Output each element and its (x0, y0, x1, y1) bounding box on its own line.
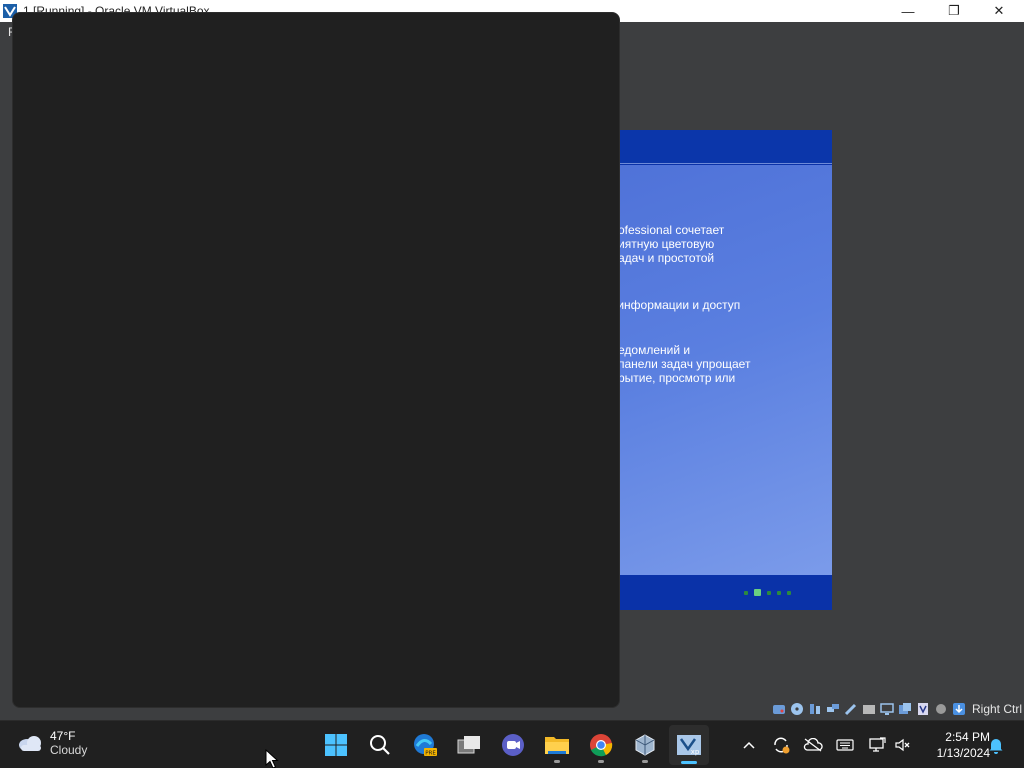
page-dot (754, 589, 761, 596)
weather-condition: Cloudy (50, 743, 88, 757)
guest-text-block-1: ofessional сочетает иятную цветовую адач… (618, 223, 725, 265)
guest-top-bar (600, 130, 832, 164)
page-indicator (744, 589, 791, 596)
volume-muted-icon (895, 738, 910, 752)
guest-text-block-2: информации и доступ (614, 298, 741, 312)
restore-icon: ❐ (948, 3, 960, 18)
recording-icon[interactable] (898, 702, 913, 716)
task-view-icon (457, 736, 480, 754)
page-dot (744, 590, 748, 595)
vm-xp-icon: xp (677, 735, 701, 756)
page-dot (787, 590, 791, 595)
weather-temperature: 47°F (50, 729, 76, 743)
keyboard-capture-icon[interactable] (952, 702, 967, 716)
bell-icon (989, 738, 1003, 754)
taskbar: 47°F Cloudy PRE xp 2:54 PM 1/13/2024 (0, 720, 1024, 768)
sync-icon (774, 737, 790, 754)
guest-content: ofessional сочетает иятную цветовую адач… (600, 165, 832, 575)
overlay-panel (12, 12, 620, 708)
shared-folders-icon[interactable] (862, 702, 877, 716)
network-tray-button[interactable] (866, 733, 888, 757)
minimize-button[interactable]: — (885, 0, 931, 22)
onedrive-tray-button[interactable] (802, 733, 824, 757)
notifications-button[interactable] (986, 733, 1006, 757)
show-hidden-icons-button[interactable] (740, 733, 758, 757)
network-disconnected-icon (869, 737, 886, 752)
mouse-integration-icon[interactable] (934, 702, 949, 716)
taskbar-app-virtualbox[interactable] (625, 725, 665, 765)
search-button[interactable] (360, 725, 400, 765)
maximize-button[interactable]: ❐ (931, 0, 977, 22)
running-indicator (642, 760, 648, 763)
clock-time: 2:54 PM (945, 730, 990, 744)
taskbar-app-edge-beta[interactable]: PRE (405, 725, 445, 765)
search-icon (370, 735, 390, 755)
start-button[interactable] (316, 725, 356, 765)
taskbar-app-vm-xp[interactable]: xp (669, 725, 709, 765)
vm-status-bar: Right Ctrl (772, 700, 1022, 718)
chat-icon (502, 734, 524, 756)
windows-logo-icon (325, 734, 347, 756)
taskbar-app-file-explorer[interactable] (537, 725, 577, 765)
optical-drive-icon[interactable] (790, 702, 805, 716)
running-indicator (554, 760, 560, 763)
network-icon[interactable] (826, 702, 841, 716)
page-dot (777, 590, 781, 595)
hard-disk-icon[interactable] (772, 702, 787, 716)
taskbar-app-teams-chat[interactable] (493, 725, 533, 765)
minimize-icon: — (901, 3, 915, 19)
virtualbox-manager-icon (635, 734, 655, 756)
page-dot (767, 590, 771, 595)
guest-text-block-3: едомлений и панели задач упрощает рытие,… (618, 343, 751, 385)
chrome-icon (590, 734, 613, 757)
sync-tray-button[interactable] (770, 733, 792, 757)
guest-display[interactable]: ofessional сочетает иятную цветовую адач… (600, 130, 832, 610)
keyboard-icon (836, 739, 854, 751)
host-key-label: Right Ctrl (971, 702, 1022, 716)
svg-text:xp: xp (691, 748, 700, 756)
mouse-cursor-icon (265, 749, 279, 768)
guest-bottom-bar (600, 575, 832, 610)
volume-tray-button[interactable] (892, 733, 914, 757)
weather-widget[interactable]: 47°F Cloudy (16, 729, 87, 757)
onedrive-offline-icon (803, 738, 823, 752)
touch-keyboard-button[interactable] (834, 733, 856, 757)
edge-beta-icon: PRE (414, 734, 437, 757)
display-icon[interactable] (880, 702, 895, 716)
virtualization-icon[interactable] (916, 702, 931, 716)
task-view-button[interactable] (449, 725, 489, 765)
close-icon: ✕ (993, 3, 1005, 18)
cloud-icon (19, 736, 41, 751)
active-indicator (681, 761, 697, 764)
running-indicator (598, 760, 604, 763)
clock[interactable]: 2:54 PM 1/13/2024 (916, 729, 990, 761)
virtualbox-window: 1 [Running] - Oracle VM VirtualBox — ❐ ✕… (0, 0, 1024, 720)
chevron-up-icon (743, 741, 755, 749)
audio-icon[interactable] (808, 702, 823, 716)
close-button[interactable]: ✕ (976, 0, 1022, 22)
taskbar-app-chrome[interactable] (581, 725, 621, 765)
folder-icon (545, 737, 569, 754)
usb-icon[interactable] (844, 702, 859, 716)
clock-date: 1/13/2024 (936, 746, 990, 760)
svg-text:PRE: PRE (425, 751, 436, 757)
